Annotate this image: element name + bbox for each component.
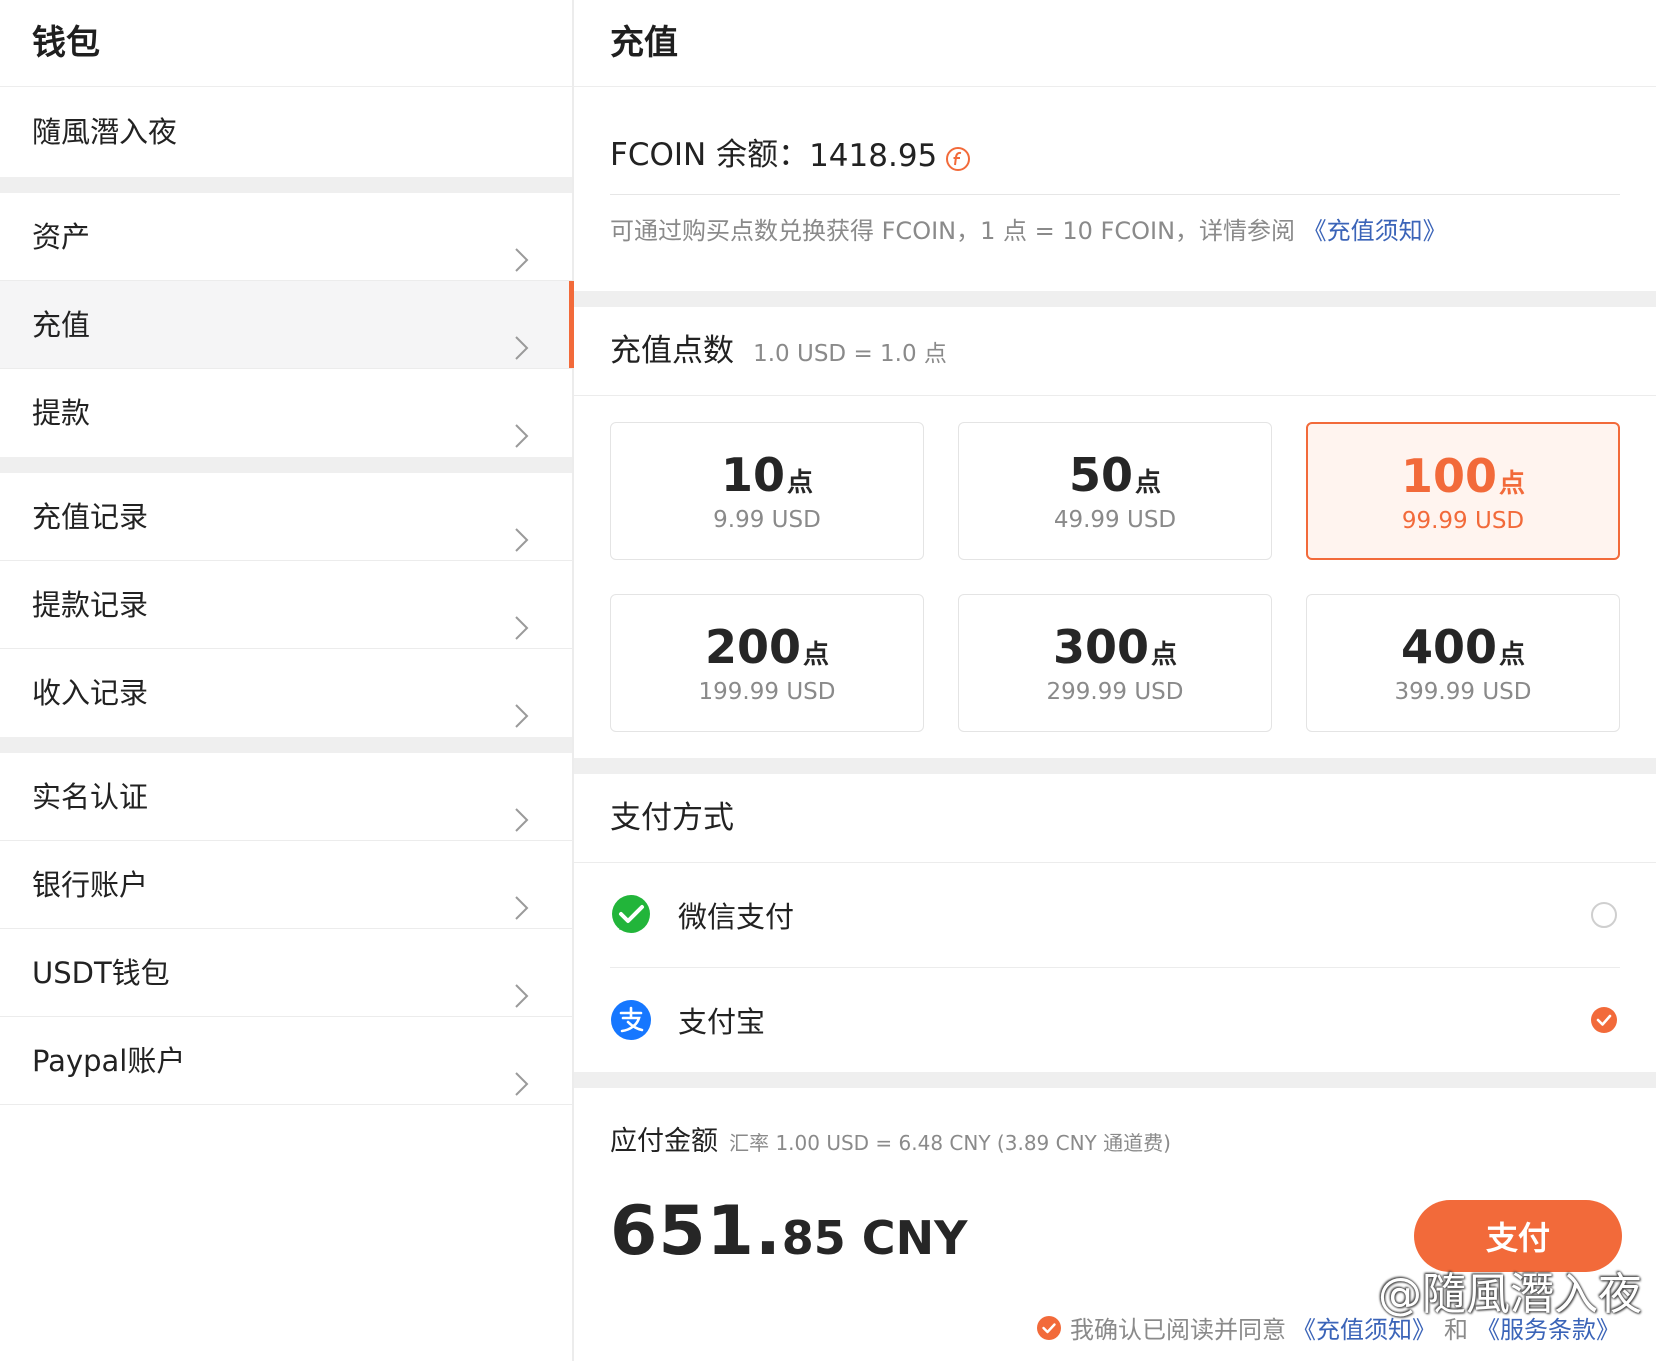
package-unit: 点 [1499, 469, 1526, 499]
recharge-notice-link[interactable]: 《充值须知》 [1292, 1310, 1436, 1345]
amount-due-header: 应付金额 汇率 1.00 USD = 6.48 CNY (3.89 CNY 通道… [574, 1088, 1656, 1188]
package-price: 9.99 USD [713, 507, 821, 533]
sidebar-item-label: 充值记录 [32, 500, 149, 534]
fcoin-balance: FCOIN 余额： 1418.95 [610, 87, 1620, 195]
payment-heading: 支付方式 [610, 800, 734, 836]
pay-button[interactable]: 支付 [1414, 1200, 1622, 1272]
chevron-right-icon [506, 589, 536, 640]
sidebar-item-paypal-account[interactable]: Paypal账户 [0, 1017, 572, 1105]
sidebar-item-withdraw-records[interactable]: 提款记录 [0, 561, 572, 649]
chevron-right-icon [506, 221, 536, 272]
package-price: 399.99 USD [1394, 679, 1532, 705]
sidebar-item-label: USDT钱包 [32, 956, 170, 990]
payment-label: 支付宝 [678, 1005, 766, 1039]
package-price: 99.99 USD [1401, 508, 1525, 534]
payment-option-alipay[interactable]: 支付宝 [610, 968, 1620, 1072]
amount-integer: 651. [610, 1192, 782, 1271]
sidebar-item-withdraw[interactable]: 提款 [0, 369, 572, 457]
payment-label: 微信支付 [678, 900, 795, 934]
package-card-10[interactable]: 10点 9.99 USD [610, 422, 924, 560]
divider [0, 737, 572, 753]
divider [574, 1072, 1656, 1088]
package-card-400[interactable]: 400点 399.99 USD [1306, 594, 1620, 732]
agreement: 我确认已阅读并同意 《充值须知》 和 《服务条款》 [1036, 1310, 1620, 1345]
package-points: 50 [1068, 448, 1133, 502]
package-price: 299.99 USD [1046, 679, 1184, 705]
balance-label: FCOIN 余额： [610, 137, 810, 173]
sidebar-item-usdt-wallet[interactable]: USDT钱包 [0, 929, 572, 1017]
package-unit: 点 [803, 640, 830, 670]
package-card-50[interactable]: 50点 49.99 USD [958, 422, 1272, 560]
checkbox-checked-icon[interactable] [1036, 1315, 1062, 1341]
package-unit: 点 [787, 468, 814, 498]
chevron-right-icon [506, 397, 536, 448]
chevron-right-icon [506, 869, 536, 920]
package-card-200[interactable]: 200点 199.99 USD [610, 594, 924, 732]
package-unit: 点 [1151, 640, 1178, 670]
sidebar-item-label: 提款 [32, 396, 91, 430]
amount-due-value: 651.85 CNY [610, 1192, 967, 1271]
divider [0, 177, 572, 193]
chevron-right-icon [506, 781, 536, 832]
sidebar-item-label: Paypal账户 [32, 1044, 186, 1078]
package-points: 300 [1052, 620, 1149, 674]
sidebar-item-bank-account[interactable]: 银行账户 [0, 841, 572, 929]
package-grid: 10点 9.99 USD 50点 49.99 USD 100点 99.99 US… [574, 396, 1656, 758]
agreement-text: 我确认已阅读并同意 [1070, 1316, 1286, 1344]
sidebar-title: 钱包 [0, 0, 572, 87]
balance-value: 1418.95 [809, 138, 938, 174]
sidebar-item-label: 充值 [32, 308, 91, 342]
package-points: 100 [1400, 449, 1497, 503]
amount-decimal: 85 CNY [781, 1211, 968, 1265]
wechat-pay-icon [612, 895, 650, 933]
radio-unchecked-icon[interactable] [1590, 901, 1618, 929]
payment-section-header: 支付方式 [574, 774, 1656, 863]
sidebar-item-income-records[interactable]: 收入记录 [0, 649, 572, 737]
sidebar-item-label: 资产 [32, 220, 91, 254]
divider [574, 291, 1656, 307]
chevron-right-icon [506, 957, 536, 1008]
sidebar-item-assets[interactable]: 资产 [0, 193, 572, 281]
exchange-rate: 汇率 1.00 USD = 6.48 CNY (3.89 CNY 通道费) [729, 1131, 1171, 1155]
sidebar-item-recharge-records[interactable]: 充值记录 [0, 473, 572, 561]
note-text: 可通过购买点数兑换获得 FCOIN，1 点 = 10 FCOIN，详情参阅 [610, 217, 1296, 245]
package-unit: 点 [1499, 640, 1526, 670]
terms-of-service-link[interactable]: 《服务条款》 [1476, 1310, 1620, 1345]
divider [574, 758, 1656, 774]
package-card-300[interactable]: 300点 299.99 USD [958, 594, 1272, 732]
sidebar-item-label: 银行账户 [32, 868, 149, 902]
points-section-header: 充值点数 1.0 USD = 1.0 点 [574, 307, 1656, 396]
package-points: 400 [1400, 620, 1497, 674]
radio-checked-icon[interactable] [1590, 1006, 1618, 1034]
divider [0, 457, 572, 473]
sidebar-item-label: 收入记录 [32, 676, 149, 710]
chevron-right-icon [506, 677, 536, 728]
payment-option-wechat[interactable]: 微信支付 [610, 863, 1620, 968]
package-price: 49.99 USD [1053, 507, 1177, 533]
package-card-100[interactable]: 100点 99.99 USD [1306, 422, 1620, 560]
chevron-right-icon [506, 309, 536, 360]
sidebar-item-identity-verification[interactable]: 实名认证 [0, 753, 572, 841]
amount-due-heading: 应付金额 [610, 1126, 718, 1157]
package-price: 199.99 USD [698, 679, 836, 705]
agreement-and: 和 [1444, 1316, 1468, 1344]
sidebar-item-label: 提款记录 [32, 588, 149, 622]
package-unit: 点 [1135, 468, 1162, 498]
sidebar-item-recharge[interactable]: 充值 [0, 281, 574, 369]
package-points: 10 [720, 448, 785, 502]
package-points: 200 [704, 620, 801, 674]
alipay-icon [611, 1000, 651, 1040]
recharge-notice-link[interactable]: 《充值须知》 [1303, 217, 1447, 245]
recharge-note: 可通过购买点数兑换获得 FCOIN，1 点 = 10 FCOIN，详情参阅 《充… [574, 195, 1656, 291]
chevron-right-icon [506, 1045, 536, 1096]
sidebar: 钱包 隨風潛入夜 资产 充值 提款 充值记录 提款记录 收入记录 实名认证 银行… [0, 0, 574, 1361]
sidebar-item-label: 实名认证 [32, 780, 149, 814]
points-heading: 充值点数 [610, 333, 734, 369]
chevron-right-icon [506, 501, 536, 552]
recharge-panel: 充值 FCOIN 余额： 1418.95 可通过购买点数兑换获得 FCOIN，1… [574, 0, 1656, 1361]
points-rate: 1.0 USD = 1.0 点 [753, 341, 947, 367]
fcoin-icon [945, 144, 971, 171]
page-title: 充值 [574, 0, 1656, 87]
user-name: 隨風潛入夜 [32, 115, 178, 149]
